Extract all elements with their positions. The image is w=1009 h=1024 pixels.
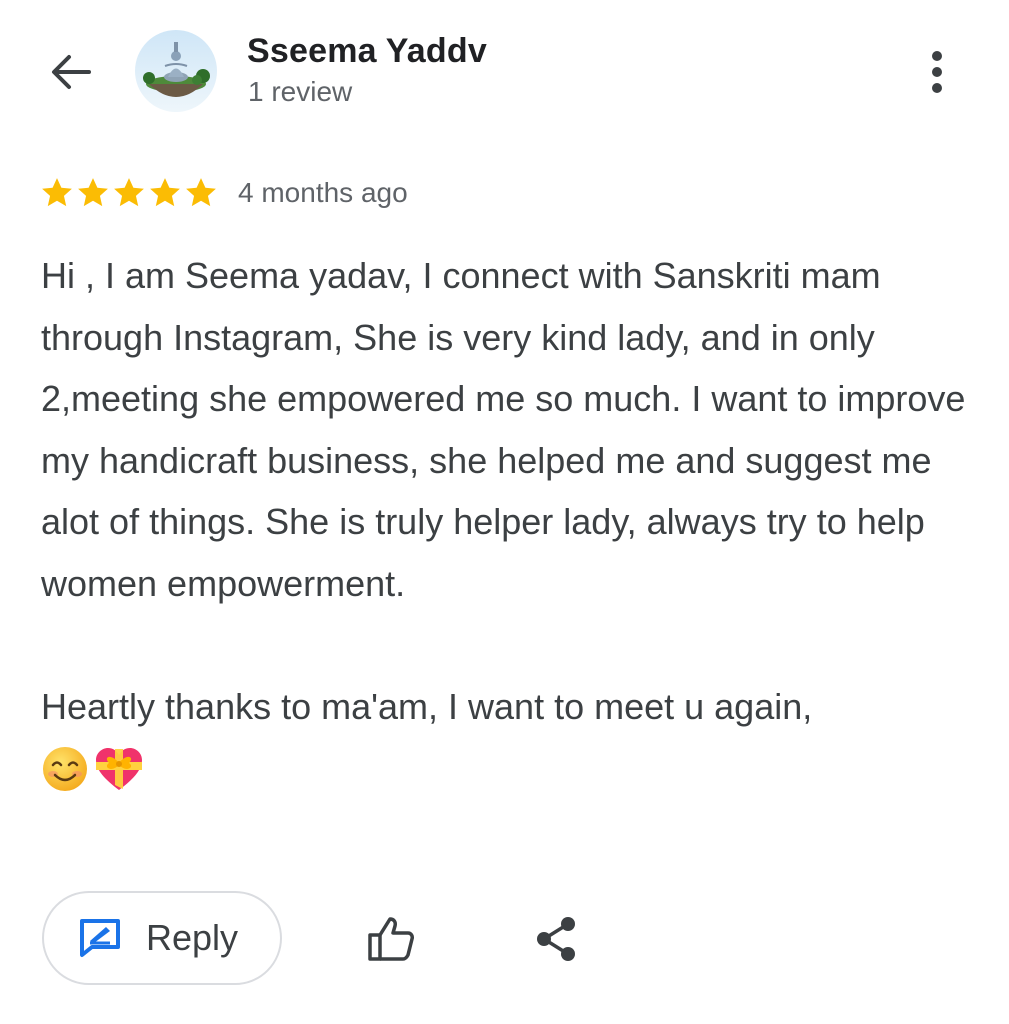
share-button[interactable] xyxy=(528,908,584,970)
review-count: 1 review xyxy=(248,76,353,107)
emoji-line xyxy=(41,738,976,800)
like-button[interactable] xyxy=(360,908,422,970)
star-icon xyxy=(114,178,144,207)
review-paragraph: Hi , I am Seema yadav, I connect with Sa… xyxy=(41,255,966,604)
share-icon xyxy=(537,917,575,961)
review-time: 4 months ago xyxy=(238,177,408,208)
star-icon xyxy=(150,178,180,207)
reply-label: Reply xyxy=(146,917,239,958)
reply-edit-icon xyxy=(80,919,120,957)
star-rating xyxy=(40,176,218,210)
star-icon xyxy=(42,178,72,207)
avatar[interactable] xyxy=(135,30,217,112)
back-button[interactable] xyxy=(42,48,100,96)
review-paragraph: Heartly thanks to ma'am, I want to meet … xyxy=(41,686,813,728)
review-text: Hi , I am Seema yadav, I connect with Sa… xyxy=(41,245,976,799)
heart-with-ribbon-emoji xyxy=(96,747,142,790)
reviewer-name[interactable]: Sseema Yaddv xyxy=(247,32,487,71)
more-vert-icon xyxy=(932,51,942,93)
star-icon xyxy=(186,178,216,207)
arrow-back-icon xyxy=(52,55,91,89)
thumb-up-icon xyxy=(368,917,414,961)
reply-button[interactable]: Reply xyxy=(42,891,282,985)
star-icon xyxy=(78,178,108,207)
more-options-button[interactable] xyxy=(912,46,962,98)
smiling-face-emoji xyxy=(43,746,87,791)
rating-row: 4 months ago xyxy=(40,173,408,213)
